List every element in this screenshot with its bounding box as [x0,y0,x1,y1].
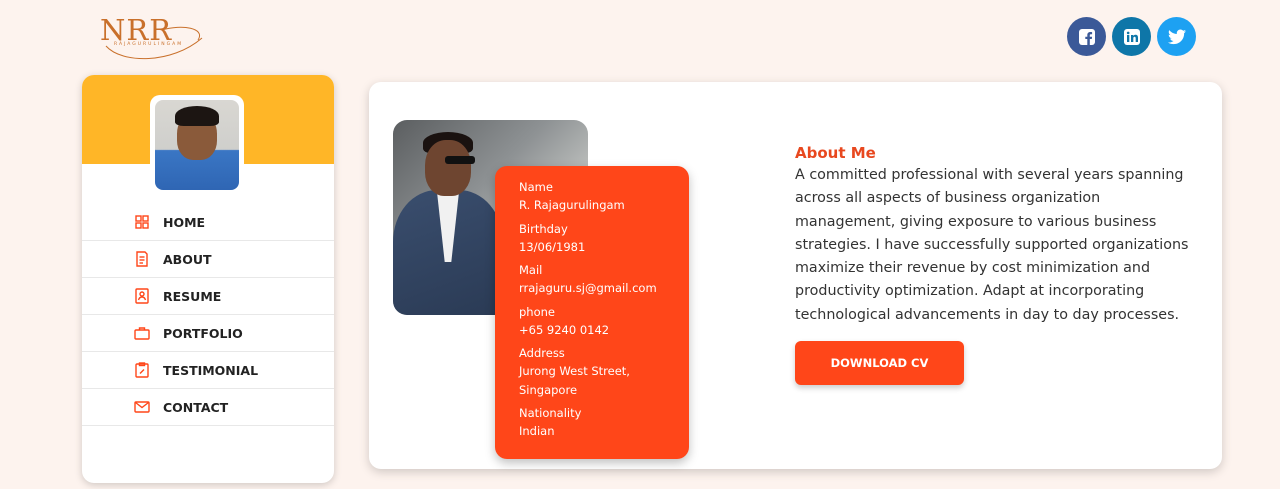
nationality-label: Nationality [519,406,582,420]
sidebar-item-about[interactable]: ABOUT [82,241,334,278]
sidebar-item-label: ABOUT [163,251,212,267]
personal-info-card: Name R. Rajagurulingam Birthday 13/06/19… [495,166,689,459]
sidebar-item-portfolio[interactable]: PORTFOLIO [82,315,334,352]
avatar-image [155,100,239,190]
home-grid-icon [134,214,150,230]
sidebar-item-label: CONTACT [163,399,229,415]
site-logo[interactable]: NRR RAJAGURULINGAM [100,14,210,60]
about-card: Name R. Rajagurulingam Birthday 13/06/19… [369,82,1222,469]
download-cv-button[interactable]: DOWNLOAD CV [795,341,964,385]
address-line2: Singapore [519,382,578,397]
address-line1: Jurong West Street, [519,364,630,378]
twitter-icon [1167,29,1186,44]
linkedin-button[interactable] [1112,17,1151,56]
facebook-icon [1078,28,1095,45]
about-title: About Me [795,144,876,162]
about-text: A committed professional with several ye… [795,164,1195,327]
sidebar-item-label: RESUME [163,288,222,304]
linkedin-icon [1123,28,1140,45]
about-line: A committed professional with several ye… [795,167,1184,183]
sidebar-item-contact[interactable]: CONTACT [82,389,334,426]
about-line: strategies. I have successfully supporte… [795,236,1189,253]
envelope-icon [134,399,150,415]
sidebar-item-label: TESTIMONIAL [163,362,259,378]
name-label: Name [519,180,553,194]
document-icon [134,251,150,267]
birthday-value: 13/06/1981 [519,239,586,254]
sidebar-item-testimonial[interactable]: TESTIMONIAL [82,352,334,389]
briefcase-icon [134,325,150,341]
mail-label: Mail [519,263,543,277]
about-line: maximize their revenue by cost minimizat… [795,260,1151,277]
sidebar-nav: HOME ABOUT RESUME PORTFOLIO TESTIMONIAL … [82,204,334,426]
address-label: Address [519,346,565,360]
logo-swoosh-icon [105,26,203,60]
twitter-button[interactable] [1157,17,1196,56]
sidebar-item-resume[interactable]: RESUME [82,278,334,315]
resume-icon [134,288,150,304]
sidebar-item-label: HOME [163,214,206,230]
sidebar-item-label: PORTFOLIO [163,325,243,341]
about-line: across all aspects of business organizat… [795,190,1101,207]
about-section: About Me A committed professional with s… [795,142,1195,327]
sidebar: HOME ABOUT RESUME PORTFOLIO TESTIMONIAL … [82,75,334,483]
about-line: productivity optimization. Adapt at inco… [795,283,1145,300]
phone-value: +65 9240 0142 [519,322,610,337]
about-line: technological advancements in day to day… [795,306,1180,323]
social-links [1067,17,1196,56]
phone-label: phone [519,304,555,319]
birthday-label: Birthday [519,221,568,236]
mail-value[interactable]: rrajaguru.sj@gmail.com [519,279,689,298]
about-line: management, giving exposure to various b… [795,213,1157,230]
name-value: R. Rajagurulingam [519,198,625,212]
sidebar-item-home[interactable]: HOME [82,204,334,241]
nationality-value: Indian [519,424,555,438]
avatar [150,95,244,195]
clipboard-edit-icon [134,362,150,378]
facebook-button[interactable] [1067,17,1106,56]
